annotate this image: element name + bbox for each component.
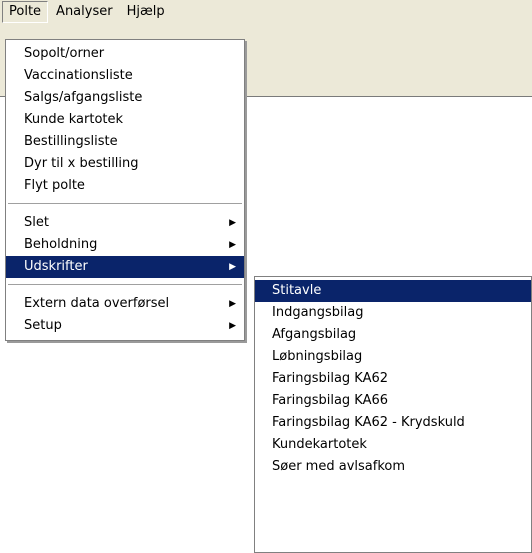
- menu-item-label: Udskrifter: [24, 259, 88, 274]
- menu-item-label: Setup: [24, 318, 62, 333]
- menu-item-setup[interactable]: Setup ▶: [6, 315, 244, 337]
- submenu-item-afgangsbilag[interactable]: Afgangsbilag: [255, 324, 531, 346]
- submenu-arrow-icon: ▶: [229, 321, 236, 331]
- menu-item-salgs-afgangsliste[interactable]: Salgs/afgangsliste: [6, 87, 244, 109]
- menu-item-beholdning[interactable]: Beholdning ▶: [6, 234, 244, 256]
- submenu-item-lobningsbilag[interactable]: Løbningsbilag: [255, 346, 531, 368]
- submenu-arrow-icon: ▶: [229, 218, 236, 228]
- menu-item-label: Extern data overførsel: [24, 296, 170, 311]
- submenu-item-stitavle[interactable]: Stitavle: [255, 280, 531, 302]
- menu-item-bestillingsliste[interactable]: Bestillingsliste: [6, 131, 244, 153]
- submenu-item-faringsbilag-ka66[interactable]: Faringsbilag KA66: [255, 390, 531, 412]
- menu-item-udskrifter[interactable]: Udskrifter ▶: [6, 256, 244, 278]
- submenu-item-faringsbilag-ka62[interactable]: Faringsbilag KA62: [255, 368, 531, 390]
- menubar: Polte Analyser Hjælp: [0, 0, 532, 24]
- submenu-arrow-icon: ▶: [229, 240, 236, 250]
- submenu-arrow-icon: ▶: [229, 262, 236, 272]
- udskrifter-submenu: Stitavle Indgangsbilag Afgangsbilag Løbn…: [254, 276, 532, 553]
- menu-item-extern-data-overforsel[interactable]: Extern data overførsel ▶: [6, 293, 244, 315]
- menu-item-dyr-til-x-bestilling[interactable]: Dyr til x bestilling: [6, 153, 244, 175]
- menu-item-sopolt-orner[interactable]: Sopolt/orner: [6, 43, 244, 65]
- menu-separator: [8, 203, 242, 205]
- menu-item-label: Slet: [24, 215, 49, 230]
- menu-item-label: Beholdning: [24, 237, 98, 252]
- menu-item-kunde-kartotek[interactable]: Kunde kartotek: [6, 109, 244, 131]
- menubar-hjaelp[interactable]: Hjælp: [121, 2, 171, 22]
- menu-item-vaccinationsliste[interactable]: Vaccinationsliste: [6, 65, 244, 87]
- submenu-item-kundekartotek[interactable]: Kundekartotek: [255, 434, 531, 456]
- polte-menu: Sopolt/orner Vaccinationsliste Salgs/afg…: [5, 39, 245, 341]
- submenu-item-faringsbilag-ka62-krydskuld[interactable]: Faringsbilag KA62 - Krydskuld: [255, 412, 531, 434]
- menu-item-flyt-polte[interactable]: Flyt polte: [6, 175, 244, 197]
- menubar-analyser[interactable]: Analyser: [50, 2, 119, 22]
- submenu-item-indgangsbilag[interactable]: Indgangsbilag: [255, 302, 531, 324]
- submenu-arrow-icon: ▶: [229, 299, 236, 309]
- submenu-item-soer-med-avlsafkom[interactable]: Søer med avlsafkom: [255, 456, 531, 478]
- menu-separator: [8, 284, 242, 286]
- menubar-polte[interactable]: Polte: [2, 1, 49, 23]
- menu-item-slet[interactable]: Slet ▶: [6, 212, 244, 234]
